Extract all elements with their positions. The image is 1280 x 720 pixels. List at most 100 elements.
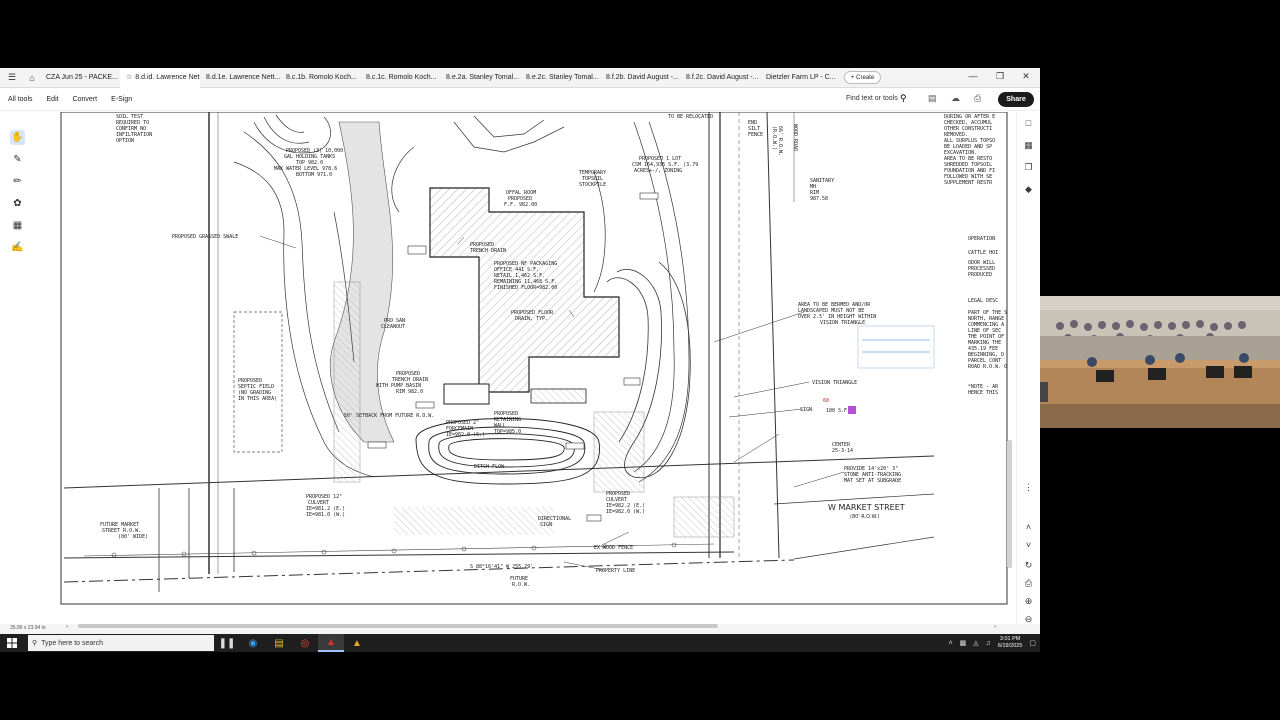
tab-7[interactable]: 8.f.2b. David August -... <box>600 68 680 88</box>
tab-label: 8.e.2a. Stanley Tomal... <box>446 73 520 81</box>
close-window-icon[interactable]: ✕ <box>1019 71 1033 82</box>
sign-marker[interactable] <box>848 406 856 414</box>
tab-1[interactable]: ☆8.d.id. Lawrence Nettesh...✕ <box>120 67 200 88</box>
tab-0[interactable]: CZA Jun 25 - PACKE... <box>40 68 120 88</box>
sign-number-label: 60 <box>823 398 829 404</box>
grassed-swale-label: PROPOSED GRASSED SWALE <box>172 234 238 240</box>
tray-chevron-icon[interactable]: ˄ <box>949 640 953 647</box>
find-text-field[interactable]: Find text or tools <box>846 95 898 102</box>
notes-ref: *NOTE - AR HENCE THIS <box>968 384 1001 396</box>
view-mode-icon[interactable]: ▤ <box>928 93 937 104</box>
wifi-icon[interactable]: ◬ <box>973 639 978 647</box>
create-button[interactable]: + Create <box>844 71 882 84</box>
meeting-video-feed <box>1040 296 1280 428</box>
tab-label: CZA Jun 25 - PACKE... <box>46 73 118 81</box>
tab-label: 8.c.1b. Romolo Koch... <box>286 73 357 81</box>
menu-convert[interactable]: Convert <box>73 96 98 103</box>
tab-8[interactable]: 8.f.2c. David August -... <box>680 68 760 88</box>
page-size-label: 35.86 x 23.94 in <box>10 625 46 631</box>
vlc-icon[interactable]: ▲ <box>344 634 370 652</box>
tab-label: 8.c.1c. Romolo Koch... <box>366 73 437 81</box>
volume-icon[interactable]: ♫ <box>986 640 991 647</box>
edge-icon[interactable]: ◉ <box>240 634 266 652</box>
prev-page-icon[interactable]: ˄ <box>1022 522 1035 532</box>
wood-fence-label: EX WOOD FENCE <box>594 545 633 551</box>
next-page-icon[interactable]: ˅ <box>1022 540 1035 550</box>
future-row-label: FUTURE R.O.W. <box>510 576 530 588</box>
market-street-label: W MARKET STREET <box>828 503 905 512</box>
comment-icon[interactable]: ✎ <box>10 152 25 167</box>
bearing-label: S 88°16'41" W 255.29' <box>470 564 533 570</box>
start-button[interactable] <box>0 634 24 652</box>
stone-apron-label: PROVIDE 14'x20' 3" STONE ANTI-TRACKING MAT… <box>844 466 901 484</box>
file-explorer-icon[interactable]: ▤ <box>266 634 292 652</box>
document-canvas[interactable]: SOIL TEST REQUIRED TO CONFIRM NO INFILTRATI… <box>34 112 1016 624</box>
west-culvert-label: PROPOSED 12" CULVERT IE=981.2 (E.) IE=981.0… <box>306 494 345 518</box>
ditch-flow-label: DITCH FLOW <box>474 464 505 470</box>
menu-esign[interactable]: E-Sign <box>111 96 132 103</box>
notifications-icon[interactable]: ▢ <box>1029 639 1036 647</box>
page-indicator[interactable]: ⋮ <box>1022 482 1035 493</box>
acrobat-icon[interactable]: ▲ <box>318 634 344 652</box>
desktop-screen: ☰ ⌂ CZA Jun 25 - PACKE... ☆ 8.d.id. Lawre… <box>0 0 1280 720</box>
save-page-icon[interactable]: ⎙ <box>1022 578 1035 589</box>
horizontal-scrollbar[interactable] <box>78 624 718 628</box>
menu-all-tools[interactable]: All tools <box>8 96 33 103</box>
tab-6[interactable]: 8.e.2c. Stanley Tomal... <box>520 68 600 88</box>
windows-logo-icon <box>7 638 17 648</box>
search-icon: ⚲ <box>32 640 38 647</box>
network-icon[interactable]: ▩ <box>960 639 967 647</box>
home-icon[interactable]: ⌂ <box>24 70 40 86</box>
draw-icon[interactable]: ✿ <box>10 196 25 211</box>
layers-icon[interactable]: ◆ <box>1022 184 1035 195</box>
site-plan-drawing: SOIL TEST REQUIRED TO CONFIRM NO INFILTRATI… <box>60 112 1008 605</box>
vertical-scrollbar[interactable] <box>1007 440 1012 568</box>
search-icon[interactable]: ⚲ <box>900 93 907 104</box>
sign-icon[interactable]: ✍ <box>10 240 25 255</box>
pages-icon[interactable]: ❐ <box>1022 162 1035 173</box>
right-toolbar: □ ▦ ❐ ◆ ⋮ ˄ ˅ ↻ ⎙ ⊕ ⊖ <box>1016 112 1040 624</box>
task-view-icon[interactable]: ❚❚ <box>214 634 240 652</box>
clock-date: 6/19/2025 <box>997 643 1023 649</box>
tab-5[interactable]: 8.e.2a. Stanley Tomal... <box>440 68 520 88</box>
windows-taskbar: ⚲ Type here to search ❚❚ ◉ ▤ ◎ ▲ ▲ ˄ ▩ ◬… <box>0 634 1040 652</box>
relocate-label: TO BE RELOCATED <box>668 114 713 120</box>
tab-4[interactable]: 8.c.1c. Romolo Koch... <box>360 68 440 88</box>
menu-edit[interactable]: Edit <box>47 96 59 103</box>
tab-bar: ☰ ⌂ CZA Jun 25 - PACKE... ☆ 8.d.id. Lawre… <box>0 67 1040 88</box>
hand-tool-icon[interactable]: ✋ <box>10 130 25 145</box>
sign-label: SIGN <box>800 407 812 413</box>
highlight-icon[interactable]: ✏ <box>10 174 25 189</box>
scroll-left-icon[interactable]: ‹ <box>66 624 68 630</box>
text-box-icon[interactable]: ▦ <box>10 218 25 233</box>
wood-road-label: WOOD ROAD <box>792 124 798 151</box>
tab-2[interactable]: 8.d.1e. Lawrence Nett... <box>200 68 280 88</box>
maximize-icon[interactable]: ❐ <box>993 71 1007 82</box>
print-icon[interactable]: ⎙ <box>974 93 981 104</box>
left-toolbar: ✋ ✎ ✏ ✿ ▦ ✍ <box>0 112 34 624</box>
search-placeholder: Type here to search <box>41 639 104 647</box>
tab-3[interactable]: 8.c.1b. Romolo Koch... <box>280 68 360 88</box>
tab-label: 8.e.2c. Stanley Tomal... <box>526 73 599 81</box>
chrome-icon[interactable]: ◎ <box>292 634 318 652</box>
taskbar-search[interactable]: ⚲ Type here to search <box>28 635 214 651</box>
tab-label: 8.d.id. Lawrence Nettesh... <box>135 73 200 81</box>
comments-panel-icon[interactable]: □ <box>1022 118 1035 128</box>
bookmark-icon[interactable]: ▦ <box>1022 140 1035 151</box>
san-cleanout-label: PRO SAN CLEANOUT <box>381 318 405 330</box>
topsoil-label: TEMPORARY TOPSOIL STOCKPILE <box>579 170 606 188</box>
refresh-icon[interactable]: ↻ <box>1022 560 1035 571</box>
minimize-icon[interactable]: — <box>966 71 980 81</box>
clock[interactable]: 3:01 PM 6/19/2025 <box>998 636 1022 650</box>
clock-time: 3:01 PM <box>999 636 1021 642</box>
share-button[interactable]: Share <box>998 92 1034 107</box>
centerline-label: CENTER 25-3-14 <box>832 442 853 454</box>
scroll-right-icon[interactable]: › <box>994 624 996 630</box>
zoom-in-icon[interactable]: ⊕ <box>1022 596 1035 607</box>
tab-label: 8.f.2c. David August -... <box>686 73 759 81</box>
tab-9[interactable]: Dietzler Farm LP - C... <box>760 68 840 88</box>
menu-icon[interactable]: ☰ <box>4 70 20 86</box>
cloud-upload-icon[interactable]: ☁ <box>951 93 960 104</box>
meeting-room-image <box>1040 296 1280 428</box>
star-icon[interactable]: ☆ <box>126 68 132 88</box>
